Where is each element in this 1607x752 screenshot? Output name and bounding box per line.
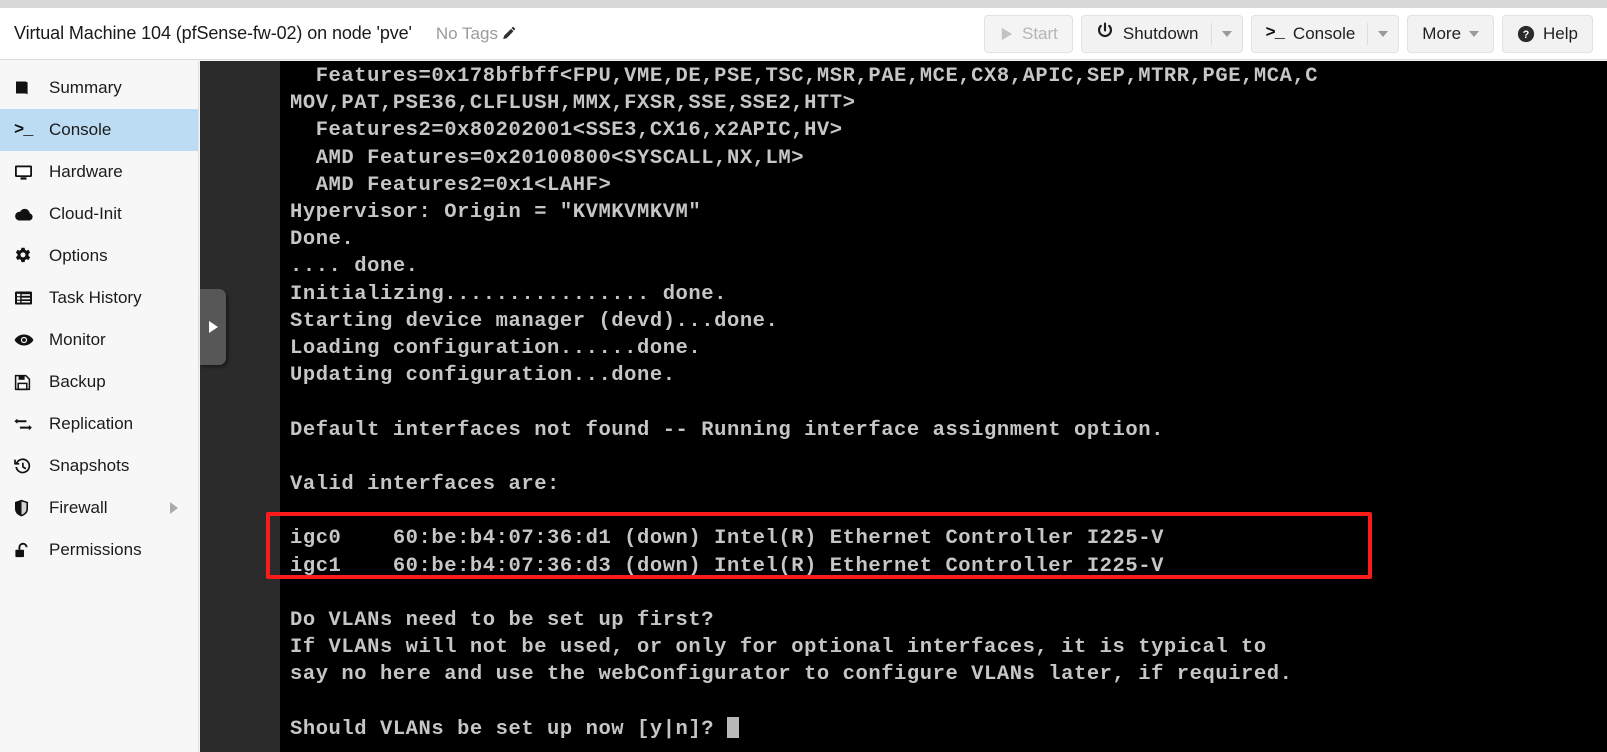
floppy-disk-icon [14,372,38,392]
no-tags-label: No Tags [436,24,498,44]
chevron-down-icon [1222,31,1232,37]
shield-icon [14,498,38,518]
sidebar-item-label: Backup [49,372,106,392]
sidebar-item-permissions[interactable]: Permissions [0,529,198,571]
book-icon [14,78,38,98]
start-button[interactable]: Start [984,15,1073,53]
chevron-down-icon [1469,31,1479,37]
sidebar-item-label: Task History [49,288,142,308]
sidebar-item-label: Monitor [49,330,106,350]
help-button-label: Help [1543,24,1578,44]
sidebar-collapse-handle[interactable] [200,289,226,365]
svg-text:?: ? [1523,29,1530,41]
terminal-prompt-icon: >_ [1266,24,1284,43]
sidebar-item-firewall[interactable]: Firewall [0,487,198,529]
sidebar-item-hardware[interactable]: Hardware [0,151,198,193]
sidebar-item-cloud-init[interactable]: Cloud-Init [0,193,198,235]
unlock-icon [14,540,38,560]
console-dropdown-toggle[interactable] [1368,16,1398,52]
sidebar-item-label: Summary [49,78,122,98]
shutdown-button[interactable]: Shutdown [1082,16,1211,52]
list-icon [14,288,38,308]
proxmox-vm-console-page: Virtual Machine 104 (pfSense-fw-02) on n… [0,0,1607,752]
expand-right-triangle-icon [209,321,218,333]
sidebar-item-label: Permissions [49,540,142,560]
terminal-output: Features=0x178bfbff<FPU,VME,DE,PSE,TSC,M… [290,63,1318,743]
sidebar-item-task-history[interactable]: Task History [0,277,198,319]
sidebar-item-label: Snapshots [49,456,129,476]
cloud-icon [14,204,38,224]
sidebar-item-label: Cloud-Init [49,204,122,224]
vm-header-bar: Virtual Machine 104 (pfSense-fw-02) on n… [0,8,1607,60]
console-split-button: >_ Console [1251,15,1400,53]
monitor-icon [14,162,38,182]
sidebar-item-label: Options [49,246,108,266]
shutdown-dropdown-toggle[interactable] [1212,16,1242,52]
page-title: Virtual Machine 104 (pfSense-fw-02) on n… [14,23,412,44]
sidebar-item-monitor[interactable]: Monitor [0,319,198,361]
block-cursor [727,717,739,738]
sidebar-item-snapshots[interactable]: Snapshots [0,445,198,487]
eye-icon [14,330,38,350]
play-icon [999,26,1014,42]
window-top-strip [0,0,1607,8]
sidebar-item-label: Console [49,120,111,140]
vm-sidebar-nav: Summary >_ Console Hardware Cloud-I [0,61,199,752]
chevron-right-icon [170,502,178,514]
more-button-label: More [1422,24,1461,44]
gear-icon [14,246,38,266]
more-button[interactable]: More [1407,15,1494,53]
sidebar-item-console[interactable]: >_ Console [0,109,198,151]
sidebar-item-backup[interactable]: Backup [0,361,198,403]
console-viewport[interactable]: Features=0x178bfbff<FPU,VME,DE,PSE,TSC,M… [200,61,1607,752]
tags-area: No Tags [436,24,517,44]
help-button[interactable]: ? Help [1502,15,1593,53]
sidebar-item-label: Replication [49,414,133,434]
console-button-label: Console [1293,24,1355,44]
start-button-label: Start [1022,24,1058,44]
replication-arrows-icon [14,414,38,434]
chevron-down-icon [1378,31,1388,37]
shutdown-split-button: Shutdown [1081,15,1243,53]
terminal-prompt-icon: >_ [14,120,38,140]
pencil-icon[interactable] [502,26,517,41]
power-icon [1096,22,1114,45]
history-clock-icon [14,456,38,476]
shutdown-button-label: Shutdown [1123,24,1199,44]
sidebar-item-options[interactable]: Options [0,235,198,277]
sidebar-item-label: Hardware [49,162,123,182]
sidebar-item-replication[interactable]: Replication [0,403,198,445]
console-button[interactable]: >_ Console [1252,16,1368,52]
sidebar-item-summary[interactable]: Summary [0,67,198,109]
sidebar-item-label: Firewall [49,498,108,518]
terminal-screen[interactable]: Features=0x178bfbff<FPU,VME,DE,PSE,TSC,M… [280,61,1607,752]
question-circle-icon: ? [1517,25,1535,43]
